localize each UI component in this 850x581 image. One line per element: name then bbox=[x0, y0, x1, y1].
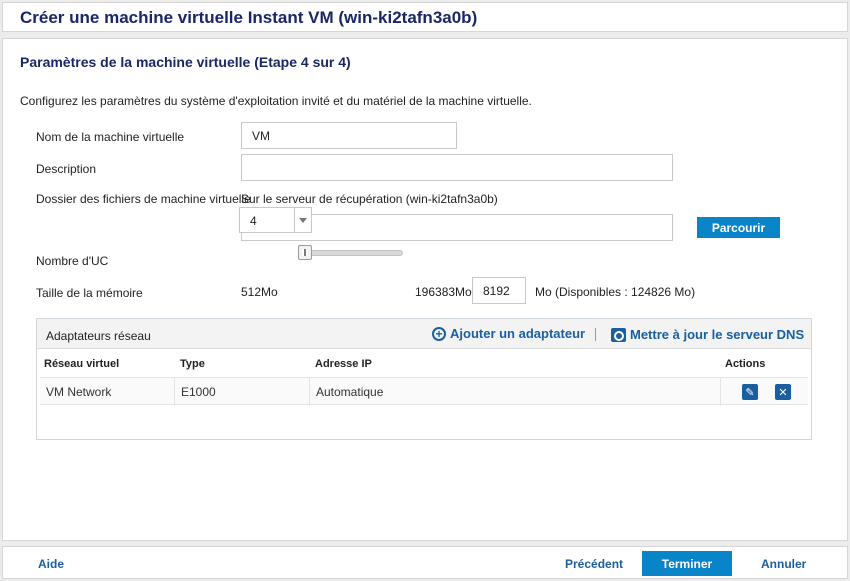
vm-name-label: Nom de la machine virtuelle bbox=[36, 130, 185, 144]
network-adapters-panel: Adaptateurs réseau + Ajouter un adaptate… bbox=[36, 318, 812, 440]
window-title: Créer une machine virtuelle Instant VM (… bbox=[20, 8, 478, 27]
cpu-select-value: 4 bbox=[250, 214, 257, 228]
description-label: Description bbox=[36, 162, 97, 176]
memory-slider-track[interactable] bbox=[298, 250, 403, 256]
folder-location-text: Sur le serveur de récupération (win-ki2t… bbox=[241, 192, 498, 206]
cell-ip-address: Automatique bbox=[316, 385, 384, 399]
column-header-actions: Actions bbox=[725, 358, 766, 370]
finish-button[interactable]: Terminer bbox=[642, 551, 732, 576]
column-header-type: Type bbox=[180, 358, 205, 370]
table-row[interactable]: VM Network E1000 Automatique ✎ ✕ bbox=[40, 377, 808, 406]
folder-label: Dossier des fichiers de machine virtuell… bbox=[36, 192, 251, 206]
delete-icon[interactable]: ✕ bbox=[775, 384, 791, 400]
cpu-select[interactable]: 4 bbox=[239, 207, 312, 233]
browse-button[interactable]: Parcourir bbox=[697, 217, 780, 238]
description-input[interactable] bbox=[241, 154, 673, 181]
edit-icon[interactable]: ✎ bbox=[742, 384, 758, 400]
help-link[interactable]: Aide bbox=[38, 557, 64, 571]
memory-size-input[interactable] bbox=[472, 277, 526, 304]
add-adapter-label: Ajouter un adaptateur bbox=[450, 326, 586, 341]
memory-min-label: 512Mo bbox=[241, 285, 278, 299]
vm-name-input[interactable] bbox=[241, 122, 457, 149]
cell-type: E1000 bbox=[181, 385, 216, 399]
memory-available-text: Mo (Disponibles : 124826 Mo) bbox=[535, 285, 696, 299]
window-titlebar: Créer une machine virtuelle Instant VM (… bbox=[2, 2, 848, 32]
column-header-virtual-network: Réseau virtuel bbox=[44, 358, 120, 370]
step-intro: Configurez les paramètres du système d'e… bbox=[20, 94, 532, 108]
update-dns-link[interactable]: Mettre à jour le serveur DNS bbox=[611, 327, 804, 342]
update-dns-label: Mettre à jour le serveur DNS bbox=[630, 327, 805, 342]
header-separator bbox=[595, 328, 596, 341]
add-adapter-link[interactable]: + Ajouter un adaptateur bbox=[432, 326, 585, 341]
previous-button[interactable]: Précédent bbox=[565, 557, 623, 571]
chevron-down-icon[interactable] bbox=[294, 208, 311, 232]
cancel-button[interactable]: Annuler bbox=[761, 557, 806, 571]
wizard-footer: Aide Précédent Terminer Annuler bbox=[2, 546, 848, 579]
dns-server-icon bbox=[611, 327, 626, 342]
cell-virtual-network: VM Network bbox=[46, 385, 112, 399]
memory-slider-handle[interactable] bbox=[298, 245, 312, 260]
step-title: Paramètres de la machine virtuelle (Etap… bbox=[20, 54, 351, 70]
plus-circle-icon: + bbox=[432, 326, 446, 341]
network-adapters-header: Adaptateurs réseau + Ajouter un adaptate… bbox=[37, 319, 811, 349]
memory-max-label: 196383Mo bbox=[415, 285, 472, 299]
memory-label: Taille de la mémoire bbox=[36, 286, 143, 300]
column-header-ip-address: Adresse IP bbox=[315, 358, 372, 370]
network-adapters-title: Adaptateurs réseau bbox=[46, 329, 151, 343]
cpu-label: Nombre d'UC bbox=[36, 254, 109, 268]
cell-divider bbox=[720, 378, 721, 406]
